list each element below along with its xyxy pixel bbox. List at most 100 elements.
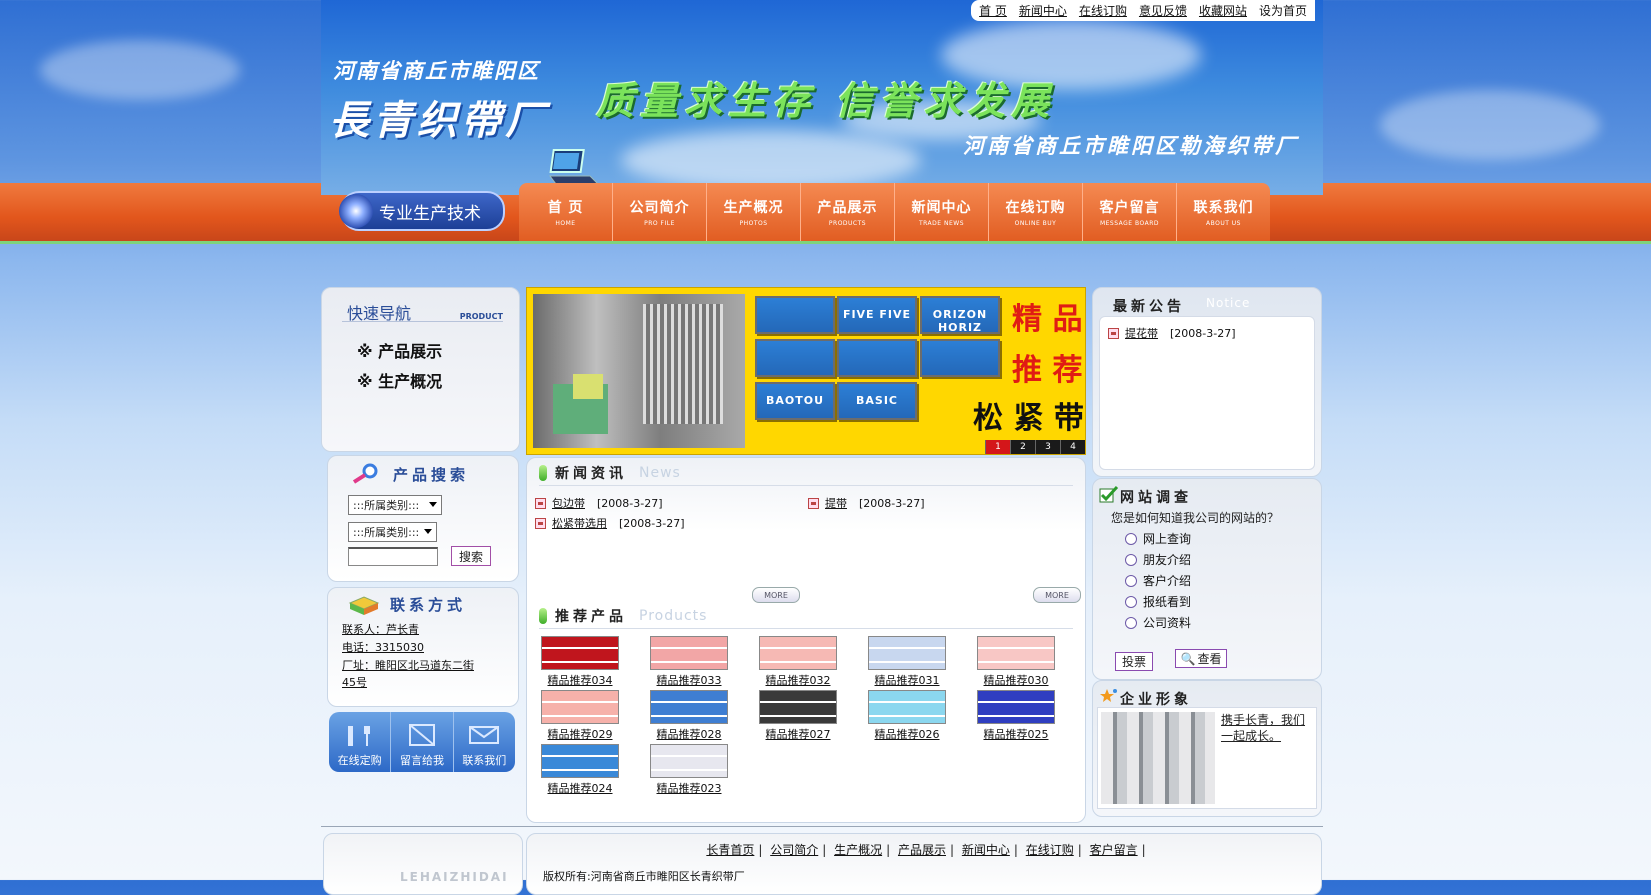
product-thumbnail[interactable] bbox=[759, 690, 837, 724]
toplink-bookmark[interactable]: 收藏网站 bbox=[1199, 2, 1247, 19]
product-label[interactable]: 精品推荐034 bbox=[539, 672, 621, 688]
search-button[interactable]: 搜索 bbox=[451, 546, 491, 566]
notice-link[interactable]: 提花带 bbox=[1125, 325, 1158, 341]
product-item[interactable]: 精品推荐034 bbox=[539, 636, 621, 688]
footer-link-home[interactable]: 长青首页 bbox=[706, 843, 754, 857]
leave-message-button[interactable]: 留言给我 bbox=[391, 712, 454, 772]
page: 首 页 新闻中心 在线订购 意见反馈 收藏网站 设为首页 河南省商丘市睢阳区 長… bbox=[321, 0, 1323, 895]
nav-home[interactable]: 首 页 HOME bbox=[519, 183, 613, 241]
toplink-set-homepage[interactable]: 设为首页 bbox=[1259, 2, 1307, 19]
contact-us-button[interactable]: 联系我们 bbox=[454, 712, 515, 772]
survey-option[interactable]: 朋友介绍 bbox=[1125, 551, 1191, 568]
pager-2[interactable]: 2 bbox=[1010, 440, 1035, 454]
news-link[interactable]: 松紧带选用 bbox=[552, 515, 607, 531]
toplink-home[interactable]: 首 页 bbox=[979, 2, 1007, 19]
nav-about-us[interactable]: 联系我们 ABOUT US bbox=[1177, 183, 1270, 241]
news-more-button-2[interactable]: MORE bbox=[1033, 587, 1081, 603]
product-thumbnail[interactable] bbox=[650, 636, 728, 670]
nav-message-board[interactable]: 客户留言 MESSAGE BOARD bbox=[1083, 183, 1177, 241]
product-item[interactable]: 精品推荐023 bbox=[648, 744, 730, 796]
toplink-order[interactable]: 在线订购 bbox=[1079, 2, 1127, 19]
product-thumbnail[interactable] bbox=[977, 636, 1055, 670]
product-item[interactable]: 精品推荐027 bbox=[757, 690, 839, 742]
product-label[interactable]: 精品推荐026 bbox=[866, 726, 948, 742]
footer-link-products[interactable]: 产品展示 bbox=[898, 843, 946, 857]
nav-online-buy[interactable]: 在线订购 ONLINE BUY bbox=[989, 183, 1083, 241]
radio-button[interactable] bbox=[1125, 532, 1137, 545]
footer-link-message[interactable]: 客户留言 bbox=[1090, 843, 1138, 857]
quick-nav-title-en: PRODUCT bbox=[459, 312, 503, 321]
product-label[interactable]: 精品推荐024 bbox=[539, 780, 621, 796]
pager-3[interactable]: 3 bbox=[1035, 440, 1060, 454]
product-thumbnail[interactable] bbox=[759, 636, 837, 670]
product-item[interactable]: 精品推荐032 bbox=[757, 636, 839, 688]
news-link[interactable]: 提带 bbox=[825, 495, 847, 511]
sky-cloud bbox=[1380, 90, 1600, 160]
category-select-2[interactable]: :::所属类别::: bbox=[348, 522, 437, 542]
product-thumbnail[interactable] bbox=[977, 690, 1055, 724]
nav-profile[interactable]: 公司简介 PRO FILE bbox=[613, 183, 707, 241]
radio-button[interactable] bbox=[1125, 574, 1137, 587]
product-thumbnail[interactable] bbox=[868, 636, 946, 670]
product-item[interactable]: 精品推荐030 bbox=[975, 636, 1057, 688]
category-select-1[interactable]: :::所属类别::: bbox=[348, 495, 442, 515]
nav-news[interactable]: 新闻中心 TRADE NEWS bbox=[895, 183, 989, 241]
nav-photos[interactable]: 生产概况 PHOTOS bbox=[707, 183, 801, 241]
vote-button[interactable]: 投票 bbox=[1115, 652, 1153, 671]
nav-bar: 专业生产技术 首 页 HOME 公司简介 PRO FILE 生产概况 PHOTOS 产… bbox=[321, 183, 1323, 241]
contact-phone: 电话：3315030 bbox=[342, 641, 424, 654]
product-item[interactable]: 精品推荐031 bbox=[866, 636, 948, 688]
product-label[interactable]: 精品推荐025 bbox=[975, 726, 1057, 742]
survey-option[interactable]: 报纸看到 bbox=[1125, 593, 1191, 610]
quick-nav-products[interactable]: ※ 产品展示 bbox=[357, 338, 442, 362]
product-item[interactable]: 精品推荐025 bbox=[975, 690, 1057, 742]
notice-list: 提花带 [2008-3-27] bbox=[1099, 316, 1315, 470]
survey-title: 网站调查 bbox=[1120, 490, 1192, 506]
product-label[interactable]: 精品推荐027 bbox=[757, 726, 839, 742]
toplink-news[interactable]: 新闻中心 bbox=[1019, 2, 1067, 19]
product-label[interactable]: 精品推荐029 bbox=[539, 726, 621, 742]
pager-1[interactable]: 1 bbox=[985, 440, 1010, 454]
product-label[interactable]: 精品推荐031 bbox=[866, 672, 948, 688]
radio-button[interactable] bbox=[1125, 553, 1137, 566]
radio-button[interactable] bbox=[1125, 595, 1137, 608]
company-image-caption[interactable]: 携手长青，我们一起成长。 bbox=[1221, 712, 1315, 744]
banner-tape bbox=[920, 339, 1000, 377]
product-item[interactable]: 精品推荐033 bbox=[648, 636, 730, 688]
product-thumbnail[interactable] bbox=[650, 690, 728, 724]
product-thumbnail[interactable] bbox=[868, 690, 946, 724]
footer-logo-panel: LEHAIZHIDAI bbox=[323, 833, 523, 895]
news-link[interactable]: 包边带 bbox=[552, 495, 585, 511]
product-item[interactable]: 精品推荐024 bbox=[539, 744, 621, 796]
pager-4[interactable]: 4 bbox=[1060, 440, 1085, 454]
view-results-button[interactable]: 🔍 查看 bbox=[1175, 649, 1227, 668]
banner-tape bbox=[755, 339, 835, 377]
product-thumbnail[interactable] bbox=[650, 744, 728, 778]
online-order-button[interactable]: 在线定购 bbox=[329, 712, 392, 772]
radio-button[interactable] bbox=[1125, 616, 1137, 629]
quick-nav-panel: 快速导航 PRODUCT ※ 产品展示 ※ 生产概况 bbox=[321, 287, 520, 452]
footer-link-profile[interactable]: 公司简介 bbox=[770, 843, 818, 857]
product-thumbnail[interactable] bbox=[541, 744, 619, 778]
product-thumbnail[interactable] bbox=[541, 636, 619, 670]
product-item[interactable]: 精品推荐026 bbox=[866, 690, 948, 742]
product-item[interactable]: 精品推荐029 bbox=[539, 690, 621, 742]
product-label[interactable]: 精品推荐028 bbox=[648, 726, 730, 742]
product-item[interactable]: 精品推荐028 bbox=[648, 690, 730, 742]
product-label[interactable]: 精品推荐023 bbox=[648, 780, 730, 796]
footer-link-news[interactable]: 新闻中心 bbox=[962, 843, 1010, 857]
survey-option[interactable]: 网上查询 bbox=[1125, 530, 1191, 547]
news-more-button[interactable]: MORE bbox=[752, 587, 800, 603]
product-thumbnail[interactable] bbox=[541, 690, 619, 724]
footer-link-photos[interactable]: 生产概况 bbox=[834, 843, 882, 857]
toplink-feedback[interactable]: 意见反馈 bbox=[1139, 2, 1187, 19]
survey-option[interactable]: 公司资料 bbox=[1125, 614, 1191, 631]
product-label[interactable]: 精品推荐030 bbox=[975, 672, 1057, 688]
footer-link-order[interactable]: 在线订购 bbox=[1026, 843, 1074, 857]
quick-nav-production[interactable]: ※ 生产概况 bbox=[357, 368, 442, 392]
search-input[interactable] bbox=[348, 547, 438, 566]
product-label[interactable]: 精品推荐033 bbox=[648, 672, 730, 688]
product-label[interactable]: 精品推荐032 bbox=[757, 672, 839, 688]
survey-option[interactable]: 客户介绍 bbox=[1125, 572, 1191, 589]
nav-products[interactable]: 产品展示 PRODUCTS bbox=[801, 183, 895, 241]
